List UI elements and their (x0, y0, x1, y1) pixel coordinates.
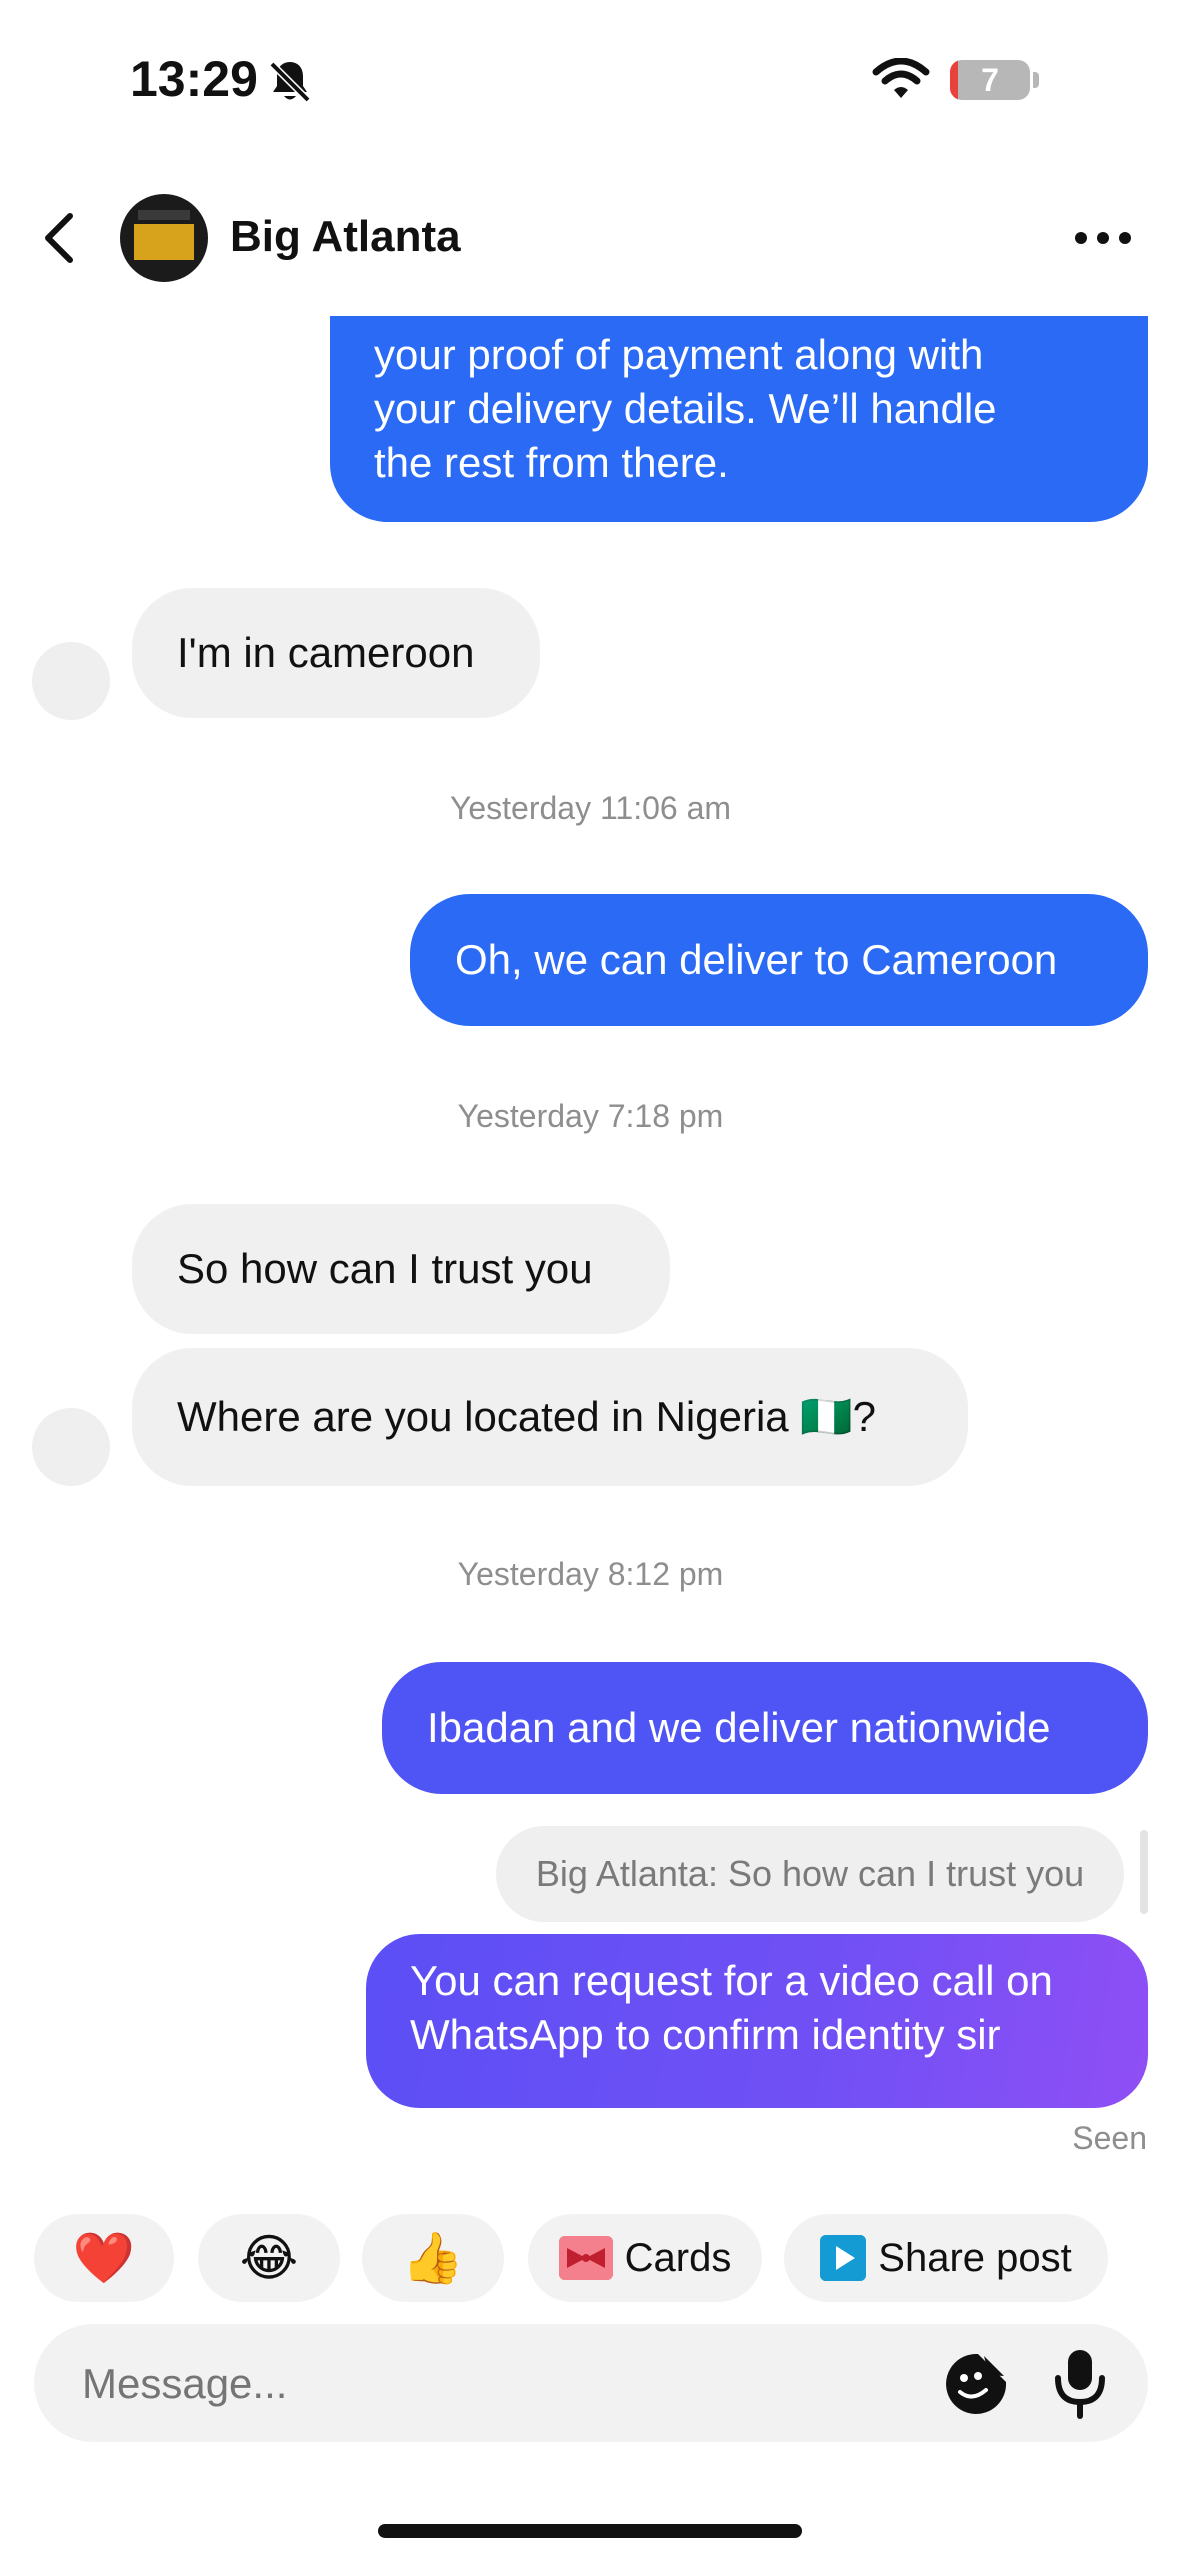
thumbs-up-reaction-button[interactable]: 👍 (362, 2214, 504, 2302)
timestamp: Yesterday 7:18 pm (457, 1098, 724, 1134)
sticker-icon[interactable] (944, 2352, 1008, 2416)
laughing-emoji-icon: 😂 (239, 2230, 299, 2286)
timestamp: Yesterday 11:06 am (449, 790, 732, 826)
sent-message[interactable]: your proof of payment along with your de… (330, 316, 1148, 522)
muted-bell-icon (269, 61, 311, 103)
contact-avatar[interactable] (120, 194, 208, 282)
timestamp: Yesterday 8:12 pm (457, 1556, 724, 1592)
sent-message[interactable]: Ibadan and we deliver nationwide (382, 1662, 1148, 1794)
sender-avatar (32, 1408, 110, 1486)
received-message[interactable]: Where are you located in Nigeria 🇳🇬? (132, 1348, 968, 1486)
reply-preview[interactable]: Big Atlanta: So how can I trust you (496, 1826, 1124, 1922)
cards-button[interactable]: Cards (528, 2214, 762, 2302)
back-icon[interactable] (34, 208, 84, 268)
play-icon (820, 2235, 867, 2281)
seen-status: Seen (1072, 2120, 1147, 2156)
share-post-button[interactable]: Share post (784, 2214, 1108, 2302)
gift-card-icon (558, 2236, 613, 2280)
message-input[interactable] (82, 2354, 882, 2414)
heart-reaction-button[interactable]: ❤️ (34, 2214, 174, 2302)
home-indicator[interactable] (378, 2524, 802, 2538)
received-message[interactable]: I'm in cameroon (132, 588, 540, 718)
wifi-icon (872, 58, 930, 98)
sender-avatar (32, 642, 110, 720)
status-time: 13:29 (130, 51, 258, 107)
heart-icon: ❤️ (72, 2230, 136, 2286)
battery-level: 7 (981, 62, 999, 98)
microphone-icon[interactable] (1052, 2348, 1108, 2420)
battery-indicator: 7 (950, 60, 1030, 100)
contact-name[interactable]: Big Atlanta (230, 212, 461, 262)
more-options-icon[interactable] (1072, 228, 1134, 248)
sent-message[interactable]: You can request for a video call on What… (366, 1934, 1148, 2108)
laugh-reaction-button[interactable]: 😂 (198, 2214, 340, 2302)
sent-message[interactable]: Oh, we can deliver to Cameroon (410, 894, 1148, 1026)
thumbs-up-icon: 👍 (401, 2230, 465, 2286)
received-message[interactable]: So how can I trust you (132, 1204, 670, 1334)
reply-bar (1140, 1830, 1148, 1914)
